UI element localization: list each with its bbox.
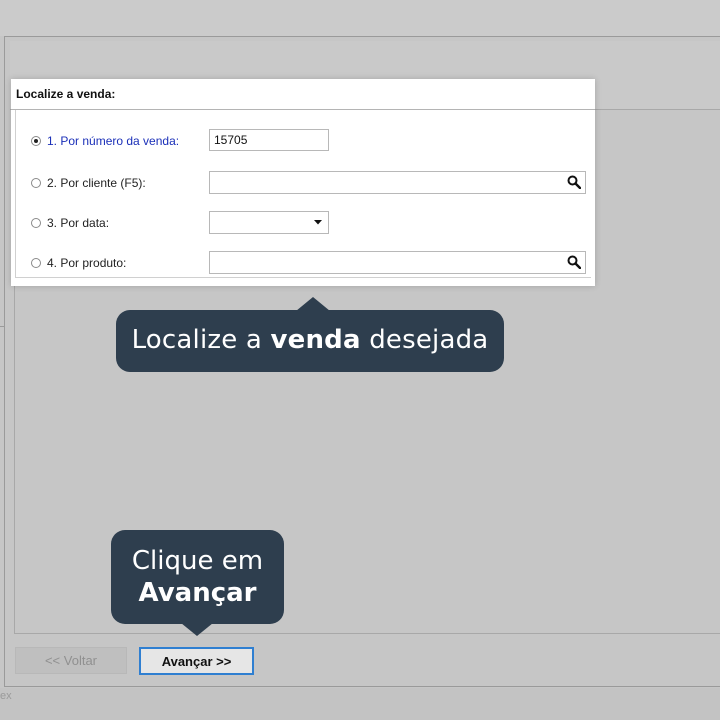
tooltip-text-prefix: Localize a [131, 325, 271, 355]
option-by-sale-number[interactable]: 1. Por número da venda: [31, 130, 179, 152]
back-button[interactable]: << Voltar [15, 647, 127, 674]
tooltip-click-next: Clique em Avançar [111, 530, 284, 636]
search-icon[interactable] [567, 255, 581, 269]
option-by-product[interactable]: 4. Por produto: [31, 252, 126, 274]
tooltip-text-suffix: desejada [360, 325, 489, 355]
radio-icon[interactable] [31, 218, 41, 228]
option-label: 4. Por produto: [47, 256, 127, 270]
radio-selected-icon[interactable] [31, 136, 41, 146]
tooltip-pointer [296, 297, 330, 311]
top-strip [0, 0, 720, 36]
date-dropdown[interactable] [209, 211, 329, 234]
bottom-strip [0, 688, 720, 720]
option-by-customer[interactable]: 2. Por cliente (F5): [31, 172, 146, 194]
option-label: 3. Por data: [47, 216, 110, 230]
tooltip-text-bold: venda [270, 325, 361, 355]
product-input[interactable] [209, 251, 586, 274]
customer-input[interactable] [209, 171, 586, 194]
tooltip-text: Localize a venda desejada [116, 325, 504, 355]
tooltip-line-1: Clique em [131, 546, 264, 576]
radio-icon[interactable] [31, 258, 41, 268]
option-by-date[interactable]: 3. Por data: [31, 212, 109, 234]
next-button[interactable]: Avançar >> [139, 647, 254, 675]
option-label: 2. Por cliente (F5): [47, 176, 146, 190]
search-icon[interactable] [567, 175, 581, 189]
tooltip-find-sale: Localize a venda desejada [116, 297, 504, 372]
tooltip-pointer [181, 623, 213, 636]
radio-icon[interactable] [31, 178, 41, 188]
dropdown-arrow-icon[interactable] [312, 216, 324, 228]
find-sale-panel: Localize a venda: 1. Por número da venda… [11, 79, 595, 286]
left-edge-divider [0, 326, 4, 327]
option-label: 1. Por número da venda: [47, 134, 180, 148]
panel-title: Localize a venda: [16, 87, 116, 101]
background-text: ex [0, 690, 12, 702]
sale-number-input[interactable] [209, 129, 329, 151]
tooltip-line-2: Avançar [138, 578, 257, 608]
